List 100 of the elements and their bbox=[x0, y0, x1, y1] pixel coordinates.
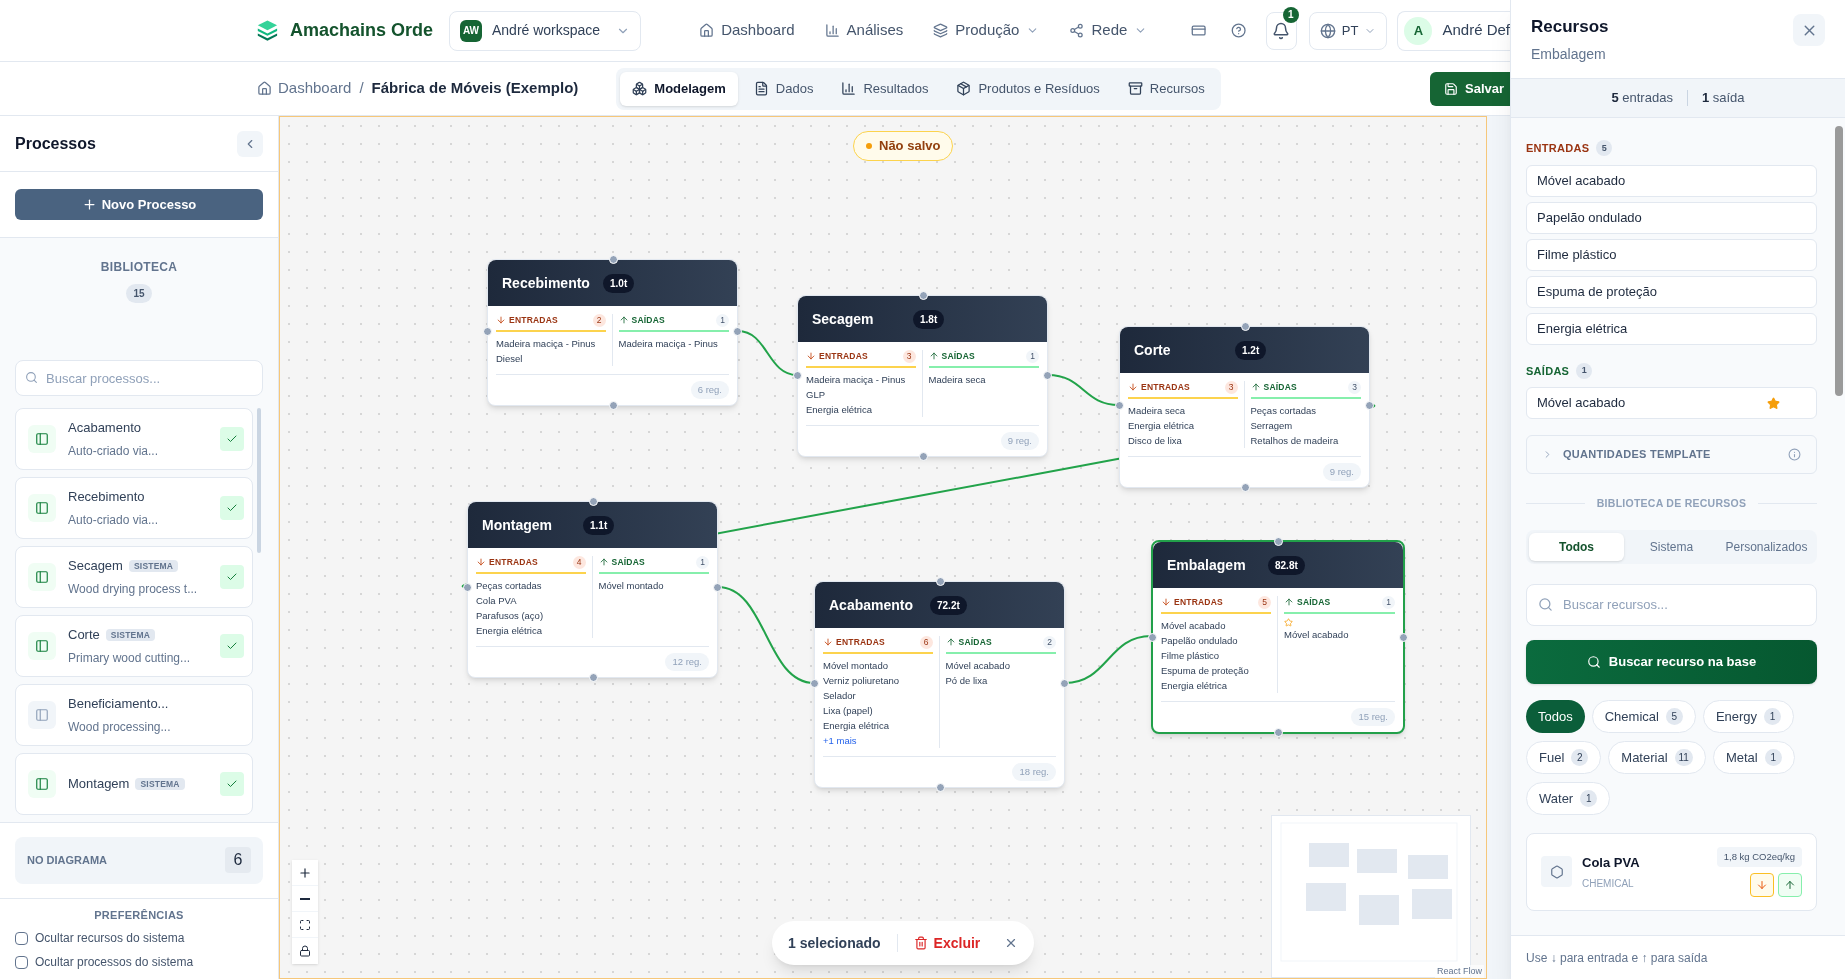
view-tab[interactable]: Recursos bbox=[1115, 71, 1217, 106]
chip-count: 5 bbox=[1665, 707, 1683, 725]
process-card[interactable]: Recebimento Auto-criado via... bbox=[15, 477, 253, 539]
nav-link[interactable]: Análises bbox=[824, 19, 904, 42]
close-button[interactable] bbox=[1793, 14, 1825, 46]
template-section[interactable]: QUANTIDADES TEMPLATE bbox=[1526, 435, 1817, 474]
mass-pill: 72.2t bbox=[930, 595, 967, 615]
nav-link[interactable]: Produção bbox=[933, 19, 1040, 42]
input-resource: Verniz poliuretano bbox=[823, 673, 901, 688]
plus-icon bbox=[298, 865, 312, 880]
filter-chip[interactable]: Material 11 bbox=[1608, 740, 1706, 774]
library-tab[interactable]: Sistema bbox=[1624, 532, 1719, 561]
arrow-up-icon bbox=[928, 351, 939, 362]
attribution-link[interactable]: React Flow bbox=[1435, 964, 1484, 978]
outputs-count: 1 bbox=[1026, 350, 1039, 363]
help-icon[interactable] bbox=[1230, 21, 1246, 40]
input-resource: Filme plástico bbox=[1161, 648, 1221, 663]
outputs-label: SAÍDAS bbox=[1263, 381, 1297, 394]
filter-chip[interactable]: Todos bbox=[1526, 699, 1585, 733]
checkbox[interactable] bbox=[15, 955, 28, 969]
view-tab[interactable]: Resultados bbox=[829, 71, 941, 106]
filter-chip[interactable]: Metal 1 bbox=[1712, 740, 1795, 774]
resource-row[interactable]: Papelão ondulado bbox=[1526, 201, 1817, 234]
connection-handle[interactable] bbox=[810, 679, 819, 688]
process-name: Secagem bbox=[68, 557, 123, 576]
resource-card[interactable]: Cola PVA CHEMICAL 1,8 kg CO2eq/kg bbox=[1526, 832, 1817, 911]
arrow-down-icon bbox=[1161, 597, 1171, 608]
lock-icon bbox=[299, 945, 311, 957]
connection-handle[interactable] bbox=[1148, 633, 1157, 642]
inputs-count: 5 bbox=[1596, 140, 1613, 157]
new-process-button[interactable]: Novo Processo bbox=[15, 189, 263, 220]
add-output-button[interactable] bbox=[1778, 872, 1802, 897]
resource-row[interactable]: Filme plástico bbox=[1526, 238, 1817, 271]
filter-chip[interactable]: Water 1 bbox=[1526, 781, 1611, 815]
library-tab[interactable]: Personalizados bbox=[1719, 532, 1814, 561]
connection-handle[interactable] bbox=[919, 291, 928, 300]
usage-hint: Use ↓ para entrada e ↑ para saída bbox=[1526, 949, 1708, 967]
resource-row[interactable]: Espuma de proteção bbox=[1526, 275, 1817, 308]
record-count: 12 reg. bbox=[665, 652, 709, 671]
process-card[interactable]: Acabamento Auto-criado via... bbox=[15, 408, 253, 470]
search-field[interactable]: Buscar recursos... bbox=[1526, 583, 1817, 626]
process-card[interactable]: Beneficiamento... Wood processing... bbox=[15, 684, 253, 746]
checkbox-label: Ocultar recursos do sistema bbox=[35, 930, 185, 947]
connection-handle[interactable] bbox=[936, 783, 945, 792]
inputs-count: 2 bbox=[592, 314, 606, 327]
connection-handle[interactable] bbox=[1060, 679, 1069, 688]
checkbox[interactable] bbox=[15, 931, 28, 945]
output-resource: Pó de lixa bbox=[945, 673, 989, 688]
view-tab[interactable]: Modelagem bbox=[620, 71, 738, 106]
arrow-up-icon bbox=[945, 637, 956, 648]
diagram-count: 6 bbox=[225, 847, 251, 873]
filter-chip[interactable]: Fuel 2 bbox=[1526, 740, 1602, 774]
resource-row[interactable]: Energia elétrica bbox=[1526, 312, 1817, 345]
input-resource: Móvel montado bbox=[823, 658, 889, 673]
arrow-up-icon bbox=[1250, 382, 1261, 393]
resource-row[interactable]: Móvel acabado bbox=[1526, 387, 1817, 419]
library-tab[interactable]: Todos bbox=[1529, 532, 1624, 561]
view-tab[interactable]: Produtos e Resíduos bbox=[944, 71, 1112, 106]
input-resource: Móvel acabado bbox=[1161, 618, 1227, 633]
more-link[interactable]: +1 mais bbox=[823, 732, 933, 748]
process-node[interactable]: Embalagem 82.8t ENTRADAS 5 Móvel acabado Papelão ondulado Filme plástico Espuma de proteção Energia elétrica SAÍDAS 1 Móvel acabado 15 reg. bbox=[1151, 540, 1405, 734]
connection-handle[interactable] bbox=[1399, 633, 1408, 642]
delete-button[interactable]: Excluir bbox=[913, 932, 981, 954]
node-title: Acabamento bbox=[829, 595, 915, 615]
scrollbar[interactable] bbox=[1835, 126, 1843, 396]
connection-handle[interactable] bbox=[1274, 728, 1283, 737]
connection-handle[interactable] bbox=[589, 673, 598, 682]
selection-count: 1 selecionado bbox=[788, 933, 881, 953]
connection-handle[interactable] bbox=[1043, 371, 1052, 380]
scrollbar[interactable] bbox=[257, 408, 261, 553]
user-menu[interactable]: A André Def bbox=[1397, 10, 1510, 51]
add-input-button[interactable] bbox=[1750, 872, 1774, 897]
process-card[interactable]: Corte SISTEMA Primary wood cutting... bbox=[15, 615, 253, 677]
arrow-down-icon bbox=[1756, 878, 1768, 891]
save-button[interactable]: Salvar bbox=[1430, 71, 1510, 106]
view-tab[interactable]: Dados bbox=[741, 71, 826, 106]
collapse-button[interactable] bbox=[237, 130, 263, 157]
workspace-selector[interactable]: AW André workspace bbox=[448, 10, 642, 51]
filter-chip[interactable]: Energy 1 bbox=[1702, 699, 1795, 733]
nav-link[interactable]: Rede bbox=[1069, 19, 1148, 42]
connection-handle[interactable] bbox=[793, 371, 802, 380]
inputs-label: ENTRADAS bbox=[836, 636, 885, 649]
input-resource: Lixa (papel) bbox=[823, 703, 874, 718]
outputs-count: 1 bbox=[1382, 596, 1395, 609]
language-selector[interactable]: PT bbox=[1308, 11, 1388, 50]
connection-handle[interactable] bbox=[733, 327, 742, 336]
boxes-icon bbox=[632, 81, 648, 96]
filter-chip[interactable]: Chemical 5 bbox=[1591, 699, 1696, 733]
breadcrumb-link[interactable]: Dashboard bbox=[278, 77, 352, 100]
search-database-button[interactable]: Buscar recurso na base bbox=[1526, 639, 1817, 684]
connection-handle[interactable] bbox=[483, 327, 492, 336]
process-card[interactable]: Montagem SISTEMA bbox=[15, 753, 253, 815]
outputs-label: SAÍDAS bbox=[958, 636, 992, 649]
process-card[interactable]: Secagem SISTEMA Wood drying process t... bbox=[15, 546, 253, 608]
nav-link[interactable]: Dashboard bbox=[699, 19, 795, 42]
connection-handle[interactable] bbox=[609, 255, 618, 264]
resource-row[interactable]: Móvel acabado bbox=[1526, 164, 1817, 197]
search-field[interactable]: Buscar processos... bbox=[15, 360, 263, 396]
inputs-label: ENTRADAS bbox=[1141, 381, 1190, 394]
connection-handle[interactable] bbox=[1241, 322, 1250, 331]
